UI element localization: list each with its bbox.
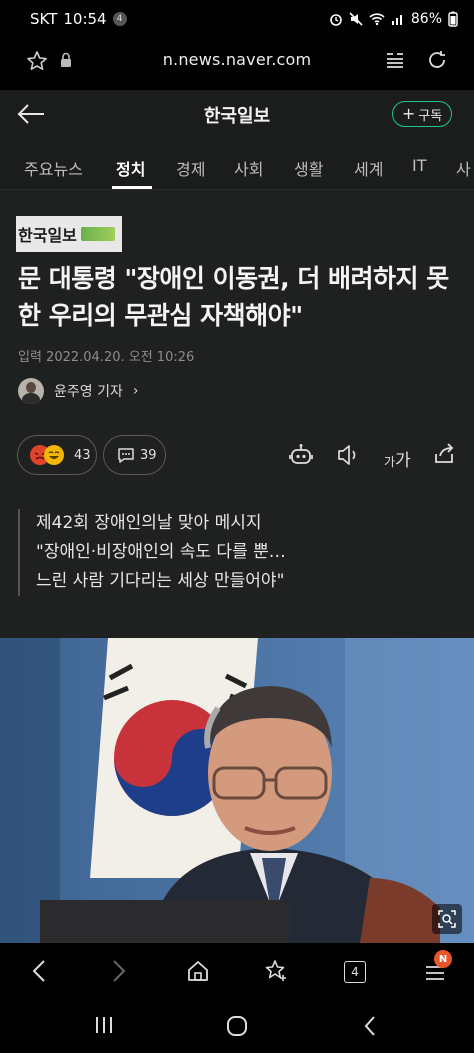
- reactions-button[interactable]: 43: [17, 435, 97, 475]
- subscribe-button[interactable]: + 구독: [392, 101, 452, 127]
- article-summary-quote: 제42회 장애인의날 맞아 메시지 "장애인·비장애인의 속도 다를 뿐… 느린…: [18, 509, 458, 596]
- press-logo[interactable]: 한국일보: [16, 216, 122, 252]
- comments-button[interactable]: 39: [103, 435, 166, 475]
- reporter-link[interactable]: 윤주영 기자 ›: [18, 378, 138, 404]
- wifi-icon: [369, 13, 385, 26]
- article-photo[interactable]: [0, 638, 474, 943]
- tab-main-news[interactable]: 주요뉴스: [24, 156, 83, 180]
- article-date: 입력 2022.04.20. 오전 10:26: [18, 350, 195, 365]
- browser-toolbar: 4: [0, 943, 474, 999]
- notification-count-badge: 4: [112, 12, 127, 26]
- status-bar: SKT 10:54 4 86%: [0, 0, 474, 38]
- clock: 10:54: [63, 10, 107, 28]
- quote-line: 느린 사람 기다리는 세상 만들어야": [36, 571, 285, 591]
- tab-count: 4: [351, 965, 359, 979]
- laugh-emoji-icon: [44, 445, 64, 465]
- news-header: 한국일보 + 구독: [0, 90, 474, 138]
- font-size-small-label: 가: [384, 455, 396, 469]
- press-logo-mark: [80, 227, 115, 241]
- quote-line: 제42회 장애인의날 맞아 메시지: [36, 513, 262, 533]
- speaker-icon[interactable]: [336, 442, 360, 468]
- tab-partial[interactable]: 사: [456, 156, 471, 180]
- photo-zoom-button[interactable]: [432, 904, 462, 934]
- tab-world[interactable]: 세계: [354, 156, 383, 180]
- tab-it[interactable]: IT: [412, 156, 427, 175]
- home-icon[interactable]: [186, 959, 210, 983]
- recents-icon[interactable]: [94, 1015, 114, 1035]
- chevron-left-icon[interactable]: [30, 959, 48, 983]
- quote-line: "장애인·비장애인의 속도 다를 뿐…: [36, 542, 286, 562]
- comment-icon: [118, 448, 134, 463]
- bookmark-icon[interactable]: [264, 959, 290, 983]
- comment-count: 39: [140, 447, 157, 463]
- reader-mode-icon[interactable]: [384, 49, 406, 71]
- share-icon[interactable]: [432, 442, 456, 466]
- system-navigation-bar: [0, 999, 474, 1053]
- zoom-icon: [438, 910, 456, 928]
- reload-icon[interactable]: [426, 49, 448, 71]
- article-body: 한국일보 문 대통령 "장애인 이동권, 더 배려하지 못한 우리의 무관심 자…: [0, 190, 474, 638]
- reporter-name: 윤주영 기자: [54, 384, 123, 400]
- tab-life[interactable]: 생활: [294, 156, 323, 180]
- tab-society[interactable]: 사회: [234, 156, 263, 180]
- robot-summary-icon[interactable]: [288, 442, 314, 468]
- tab-economy[interactable]: 경제: [176, 156, 205, 180]
- avatar: [18, 378, 44, 404]
- subscribe-label: 구독: [418, 108, 443, 124]
- signal-icon: [391, 15, 402, 25]
- chevron-right-icon: ›: [132, 383, 139, 399]
- menu-notification-badge: N: [434, 950, 452, 968]
- plus-icon: +: [401, 104, 416, 123]
- section-tabs: 주요뉴스 정치 경제 사회 생활 세계 IT 사: [0, 138, 474, 190]
- article-headline: 문 대통령 "장애인 이동권, 더 배려하지 못한 우리의 무관심 자책해야": [18, 264, 449, 330]
- chevron-right-icon[interactable]: [110, 959, 128, 983]
- active-tab-indicator: [112, 186, 152, 189]
- battery-percent: 86%: [410, 11, 442, 27]
- home-circle-icon[interactable]: [226, 1015, 248, 1037]
- tabs-button[interactable]: 4: [344, 961, 366, 983]
- system-back-icon[interactable]: [362, 1015, 378, 1037]
- press-logo-text: 한국일보: [18, 226, 77, 245]
- browser-url-bar: n.news.naver.com: [0, 38, 474, 84]
- font-size-button[interactable]: 가가: [384, 446, 411, 471]
- battery-icon: [448, 11, 458, 27]
- carrier-label: SKT: [30, 10, 58, 28]
- reaction-count: 43: [74, 447, 91, 463]
- font-size-large-label: 가: [395, 451, 411, 471]
- mute-icon: [349, 12, 363, 26]
- tab-politics[interactable]: 정치: [116, 156, 145, 180]
- alarm-icon: [330, 14, 342, 26]
